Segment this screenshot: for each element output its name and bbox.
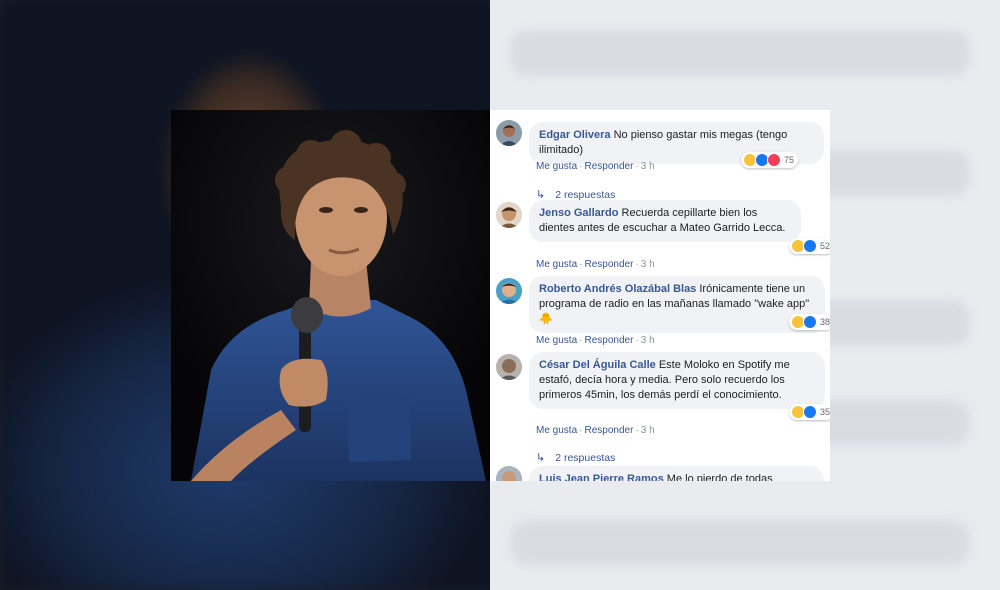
comment-bubble: Jenso Gallardo Recuerda cepillarte bien … (529, 200, 801, 242)
reply-link[interactable]: Responder (584, 335, 633, 346)
like-icon (803, 239, 817, 253)
reaction-count: 75 (784, 155, 795, 165)
reply-arrow-icon: ↳ (536, 452, 546, 464)
comment-time[interactable]: 3 h (641, 259, 655, 270)
reply-link[interactable]: Responder (584, 259, 633, 270)
reactions-summary[interactable]: 52 (789, 238, 830, 254)
comment-time[interactable]: 3 h (641, 161, 655, 172)
like-link[interactable]: Me gusta (536, 425, 577, 436)
comment-author[interactable]: César Del Águila Calle (539, 359, 656, 371)
reactions-summary[interactable]: 75 (741, 152, 799, 168)
comment-author[interactable]: Luis Jean Pierre Ramos (539, 473, 664, 481)
comment-time[interactable]: 3 h (641, 425, 655, 436)
like-icon (803, 405, 817, 419)
like-icon (803, 315, 817, 329)
like-link[interactable]: Me gusta (536, 335, 577, 346)
comment-bubble: Luis Jean Pierre Ramos Me lo pierdo de t… (529, 466, 824, 481)
avatar[interactable] (496, 278, 522, 304)
avatar[interactable] (496, 466, 522, 481)
avatar[interactable] (496, 354, 522, 380)
avatar[interactable] (496, 202, 522, 228)
like-link[interactable]: Me gusta (536, 161, 577, 172)
comment-actions: Me gusta · Responder · 3 h (536, 425, 655, 436)
replies-count: 2 respuestas (555, 452, 616, 464)
comment-bubble: César Del Águila Calle Este Moloko en Sp… (529, 352, 825, 409)
reaction-count: 38 (820, 317, 830, 327)
reply-link[interactable]: Responder (584, 161, 633, 172)
comment-bubble: Roberto Andrés Olazábal Blas Irónicament… (529, 276, 825, 333)
reply-link[interactable]: Responder (584, 425, 633, 436)
avatar[interactable] (496, 120, 522, 146)
view-replies-link[interactable]: ↳ 2 respuestas (536, 451, 615, 464)
comments-panel: Edgar Olivera No pienso gastar mis megas… (490, 110, 830, 481)
comment: Jenso Gallardo Recuerda cepillarte bien … (496, 200, 830, 270)
reaction-count: 52 (820, 241, 830, 251)
comment: Luis Jean Pierre Ramos Me lo pierdo de t… (496, 466, 824, 481)
comment: Roberto Andrés Olazábal Blas Irónicament… (496, 276, 830, 346)
performer-photo (171, 110, 491, 481)
reactions-summary[interactable]: 35 (789, 404, 830, 420)
reaction-count: 35 (820, 407, 830, 417)
love-icon (767, 153, 781, 167)
comment-author[interactable]: Jenso Gallardo (539, 207, 618, 219)
comment-actions: Me gusta · Responder · 3 h (536, 259, 655, 270)
reactions-summary[interactable]: 38 (789, 314, 830, 330)
comment-author[interactable]: Edgar Olivera (539, 129, 611, 141)
like-link[interactable]: Me gusta (536, 259, 577, 270)
comment-actions: Me gusta · Responder · 3 h (536, 161, 655, 172)
comment-time[interactable]: 3 h (641, 335, 655, 346)
comment: César Del Águila Calle Este Moloko en Sp… (496, 352, 830, 464)
comment-author[interactable]: Roberto Andrés Olazábal Blas (539, 283, 696, 295)
comment-actions: Me gusta · Responder · 3 h (536, 335, 655, 346)
